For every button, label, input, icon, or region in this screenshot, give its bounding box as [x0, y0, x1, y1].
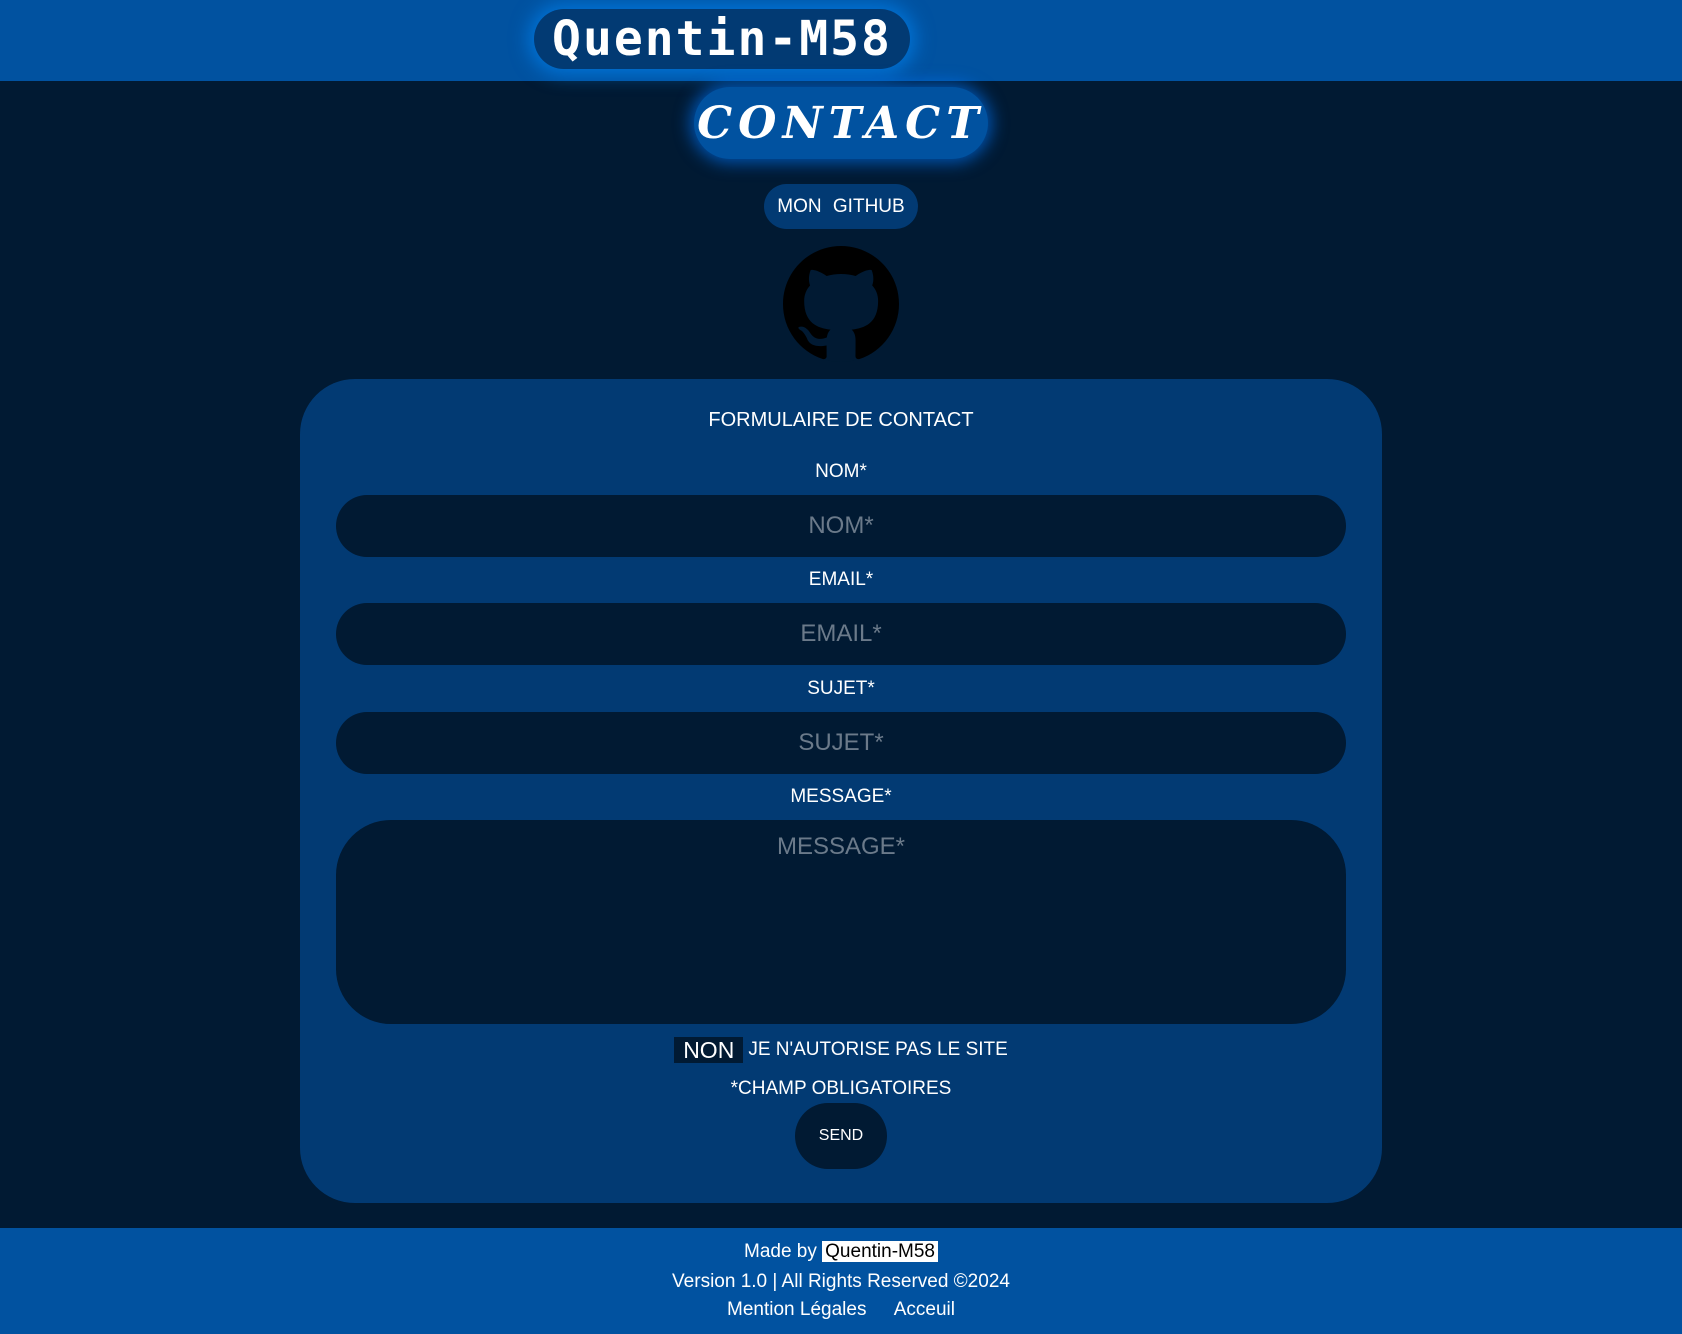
email-field[interactable] [336, 603, 1346, 665]
author-tag: Quentin-M58 [822, 1241, 938, 1262]
form-heading: FORMULAIRE DE CONTACT [708, 409, 974, 431]
message-label: MESSAGE* [790, 786, 892, 807]
legal-link[interactable]: Mention Légales [727, 1299, 866, 1320]
name-field[interactable] [336, 495, 1346, 557]
home-link[interactable]: Acceuil [894, 1299, 955, 1320]
subject-field[interactable] [336, 712, 1346, 774]
name-label: NOM* [815, 461, 867, 482]
page: Quentin-M58 CONTACT MON GITHUB FORMULAIR… [0, 0, 1682, 1334]
site-title-link[interactable]: Quentin-M58 [534, 9, 910, 69]
page-title: CONTACT [694, 87, 988, 159]
footer-version: Version 1.0 | All Rights Reserved ©2024 [672, 1271, 1010, 1292]
github-link[interactable]: MON GITHUB [764, 184, 918, 229]
consent-toggle[interactable]: NON [674, 1037, 744, 1063]
footer: Made by Quentin-M58 Version 1.0 | All Ri… [0, 1228, 1682, 1334]
made-by-text: Made by [744, 1241, 817, 1262]
footer-links: Mention Légales Acceuil [0, 1299, 1682, 1321]
consent-text: JE N'AUTORISE PAS LE SITE [748, 1039, 1008, 1060]
top-bar: Quentin-M58 [0, 0, 1682, 81]
email-label: EMAIL* [808, 569, 874, 590]
footer-credit: Made by Quentin-M58 [0, 1241, 1682, 1263]
subject-label: SUJET* [807, 678, 875, 699]
consent-row: NON JE N'AUTORISE PAS LE SITE [300, 1037, 1382, 1063]
github-icon[interactable] [783, 246, 899, 362]
send-button[interactable]: SEND [795, 1103, 887, 1169]
message-field[interactable] [336, 820, 1346, 1024]
contact-form: FORMULAIRE DE CONTACT NOM* EMAIL* SUJET*… [300, 379, 1382, 1203]
required-note: *CHAMP OBLIGATOIRES [730, 1078, 952, 1099]
